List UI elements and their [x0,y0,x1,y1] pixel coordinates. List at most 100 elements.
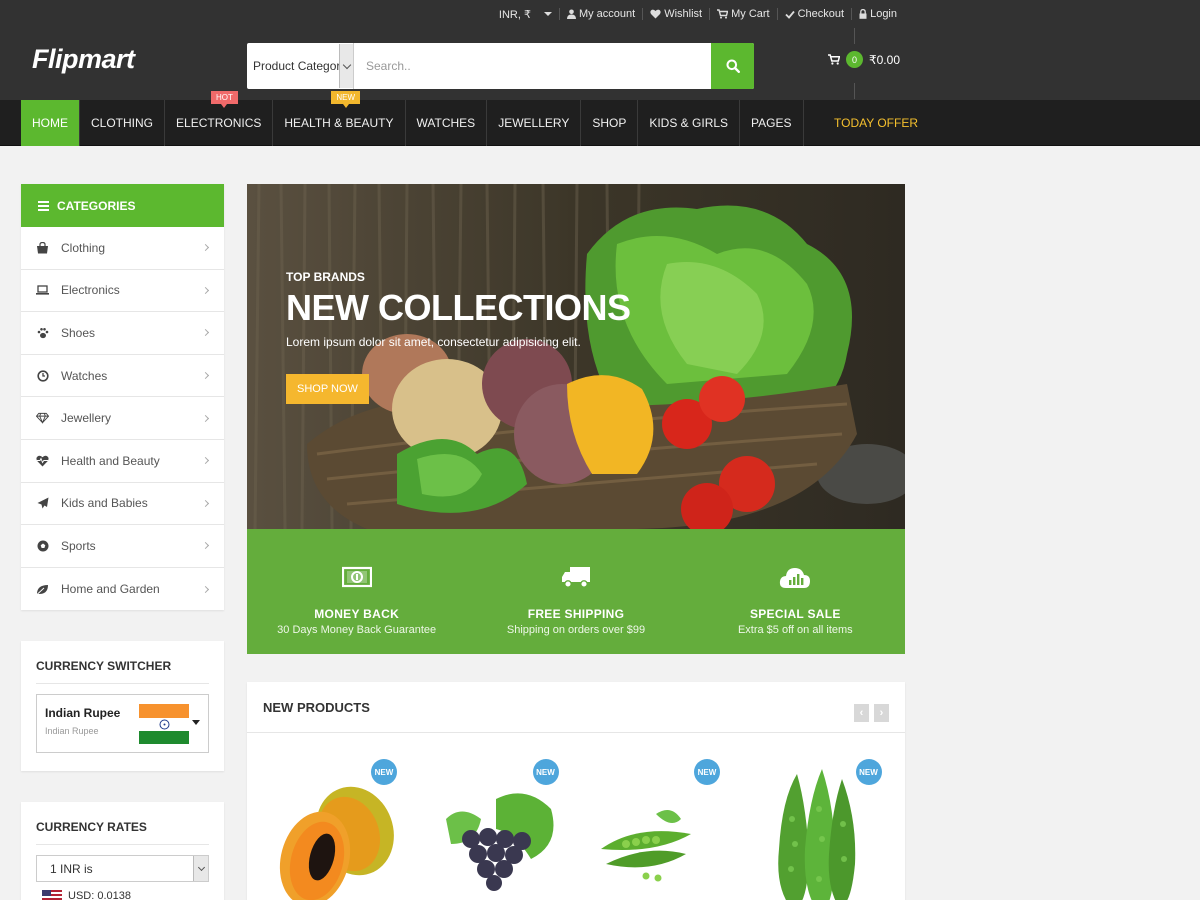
feature-title: Special Sale [749,607,841,621]
category-health-beauty[interactable]: Health and Beauty [21,440,224,483]
checkout-label: Checkout [797,8,845,20]
currency-switcher-title: Currency Switcher [36,659,209,685]
header-cart[interactable]: 0 ₹0.00 [828,51,900,68]
product-category-select[interactable]: Product Category [247,43,354,89]
cart-total: ₹0.00 [869,52,900,67]
user-icon [566,9,576,19]
product-card[interactable]: NEW [741,734,906,900]
category-jewellery[interactable]: Jewellery [21,397,224,440]
paw-icon [36,326,49,339]
cart-icon [828,54,840,65]
chevron-right-icon [201,329,210,337]
nav-item-kids-girls[interactable]: Kids & Girls [638,100,741,146]
feature-subtitle: Shipping on orders over $99 [506,624,646,636]
paper-plane-icon [36,497,49,510]
category-label: Shoes [61,325,96,340]
india-flag-icon [139,704,189,745]
search-bar: Product Category [247,43,754,89]
hero-title: NEW COLLECTIONS [286,287,631,328]
nav-item-electronics[interactable]: HOT Electronics [165,91,274,146]
category-electronics[interactable]: Electronics [21,270,224,313]
category-label: Jewellery [61,411,112,426]
top-links: INR, ₹ My account Wishlist My Cart Check… [492,0,904,28]
hero-description: Lorem ipsum dolor sit amet, consectetur … [286,335,581,349]
product-card[interactable]: NEW [247,734,412,900]
category-watches[interactable]: Watches [21,355,224,398]
categories-header: Categories [21,184,224,227]
nav-label: Shop [592,116,627,130]
currency-rates-widget: Currency Rates 1 INR is USD: 0.0138 [21,802,224,900]
category-label: Health and Beauty [61,453,160,468]
chevron-right-icon [201,244,210,252]
nav-label: Electronics [176,116,262,130]
nav-item-shop[interactable]: Shop [581,100,639,146]
carousel-prev-button[interactable]: ‹ [854,704,869,722]
feature-title: Money Back [314,607,400,621]
chevron-down-icon [339,44,353,88]
my-cart-link[interactable]: My Cart [710,8,777,20]
feature-subtitle: 30 Days Money Back Guarantee [277,624,437,636]
diamond-icon [36,412,49,425]
carousel-next-button[interactable]: › [874,704,889,722]
divider [854,83,855,99]
login-label: Login [870,8,897,20]
my-account-label: My account [578,8,636,20]
new-badge: NEW [694,759,720,785]
feature-subtitle: Extra $5 off on all items [737,624,853,636]
check-icon [784,10,795,19]
search-input[interactable] [354,43,711,89]
category-clothing[interactable]: Clothing [21,227,224,270]
logo[interactable]: Flipmart [32,44,135,75]
nav-item-jewellery[interactable]: Jewellery [487,100,582,146]
shopping-bag-icon [36,241,49,254]
currency-switcher-select[interactable]: Indian Rupee Indian Rupee [36,694,209,754]
wishlist-link[interactable]: Wishlist [643,8,709,20]
product-card[interactable]: NEW [412,734,577,900]
nav-label: Kids & Girls [649,116,729,130]
category-home-garden[interactable]: Home and Garden [21,568,224,611]
leaf-icon [36,583,49,596]
nav-item-health-beauty[interactable]: NEW Health & Beauty [273,91,406,146]
chevron-right-icon [201,414,210,422]
category-shoes[interactable]: Shoes [21,312,224,355]
header: Flipmart Product Category 0 ₹0.00 [0,28,1200,100]
search-button[interactable] [711,43,754,89]
chevron-right-icon [201,286,210,294]
top-bar: INR, ₹ My account Wishlist My Cart Check… [0,0,1200,28]
nav-item-home[interactable]: Home [21,100,80,146]
my-account-link[interactable]: My account [560,8,642,20]
hero-banner: Top Brands NEW COLLECTIONS Lorem ipsum d… [247,184,905,529]
nav-label: Clothing [91,116,154,130]
currency-switcher-widget: Currency Switcher Indian Rupee Indian Ru… [21,641,224,772]
login-link[interactable]: Login [852,8,904,20]
nav-label: Home [32,116,68,130]
hot-tag: HOT [211,91,238,108]
product-card[interactable]: NEW [576,734,741,900]
futbol-icon [36,539,49,552]
product-row: NEW NEW NEW NEW [247,734,905,900]
chevron-right-icon [201,585,210,593]
checkout-link[interactable]: Checkout [778,8,851,20]
today-offer-link[interactable]: Today Offer [834,100,918,146]
chevron-right-icon [201,457,210,465]
feature-title: Free Shipping [527,607,625,621]
feature-free-shipping: Free Shipping Shipping on orders over $9… [466,529,685,654]
divider [854,28,855,44]
currency-dropdown[interactable]: INR, ₹ [492,8,559,21]
nav-label: Health & Beauty [284,116,394,130]
cloud-chart-icon [779,562,811,592]
nav-item-watches[interactable]: Watches [406,100,488,146]
category-label: Sports [61,538,96,553]
chevron-right-icon [201,372,210,380]
nav-item-clothing[interactable]: Clothing [80,100,166,146]
search-icon [726,59,740,73]
nav-item-pages[interactable]: Pages [740,100,804,146]
currency-rates-select[interactable]: 1 INR is [36,855,209,883]
shop-now-button[interactable]: Shop Now [286,374,369,404]
new-products-header: New Products ‹ › [247,682,905,733]
category-sports[interactable]: Sports [21,525,224,568]
papaya-image [279,786,394,900]
chevron-down-icon [543,12,552,16]
currency-rates-select-label: 1 INR is [50,861,93,876]
category-kids-babies[interactable]: Kids and Babies [21,483,224,526]
